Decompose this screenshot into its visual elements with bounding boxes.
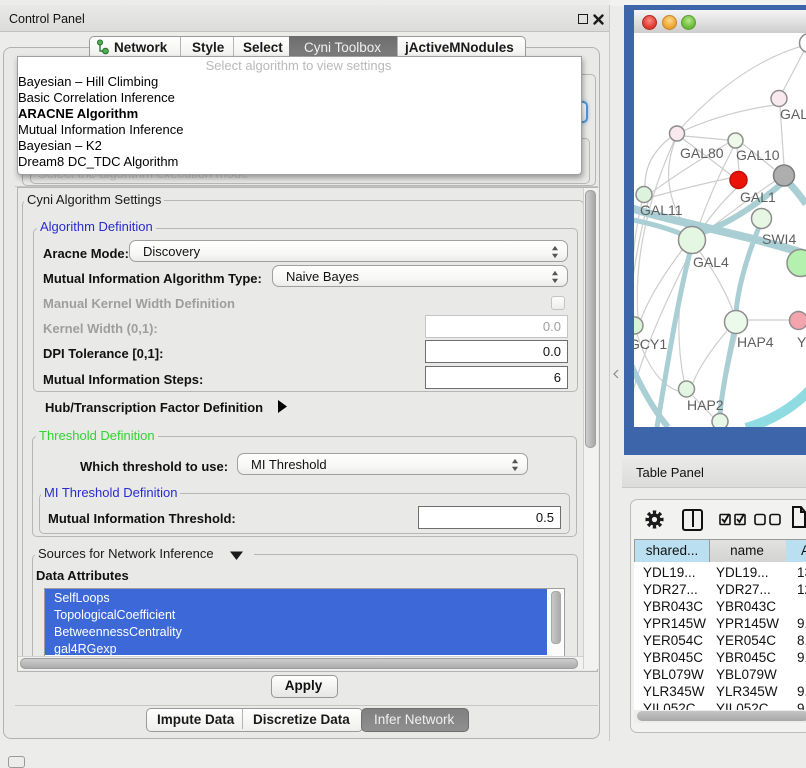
svg-text:SWI4: SWI4 bbox=[762, 231, 796, 247]
svg-text:GCY1: GCY1 bbox=[634, 336, 667, 352]
svg-text:GAL4: GAL4 bbox=[693, 254, 729, 270]
svg-text:GAL80: GAL80 bbox=[680, 145, 724, 161]
svg-text:GAL10: GAL10 bbox=[736, 147, 780, 163]
svg-text:GAL1: GAL1 bbox=[740, 189, 776, 205]
svg-text:Y: Y bbox=[797, 334, 806, 350]
svg-text:GAL11: GAL11 bbox=[640, 202, 683, 218]
svg-text:GAL7: GAL7 bbox=[780, 106, 806, 122]
svg-text:HAP4: HAP4 bbox=[737, 334, 774, 350]
svg-text:HAP2: HAP2 bbox=[687, 397, 724, 413]
